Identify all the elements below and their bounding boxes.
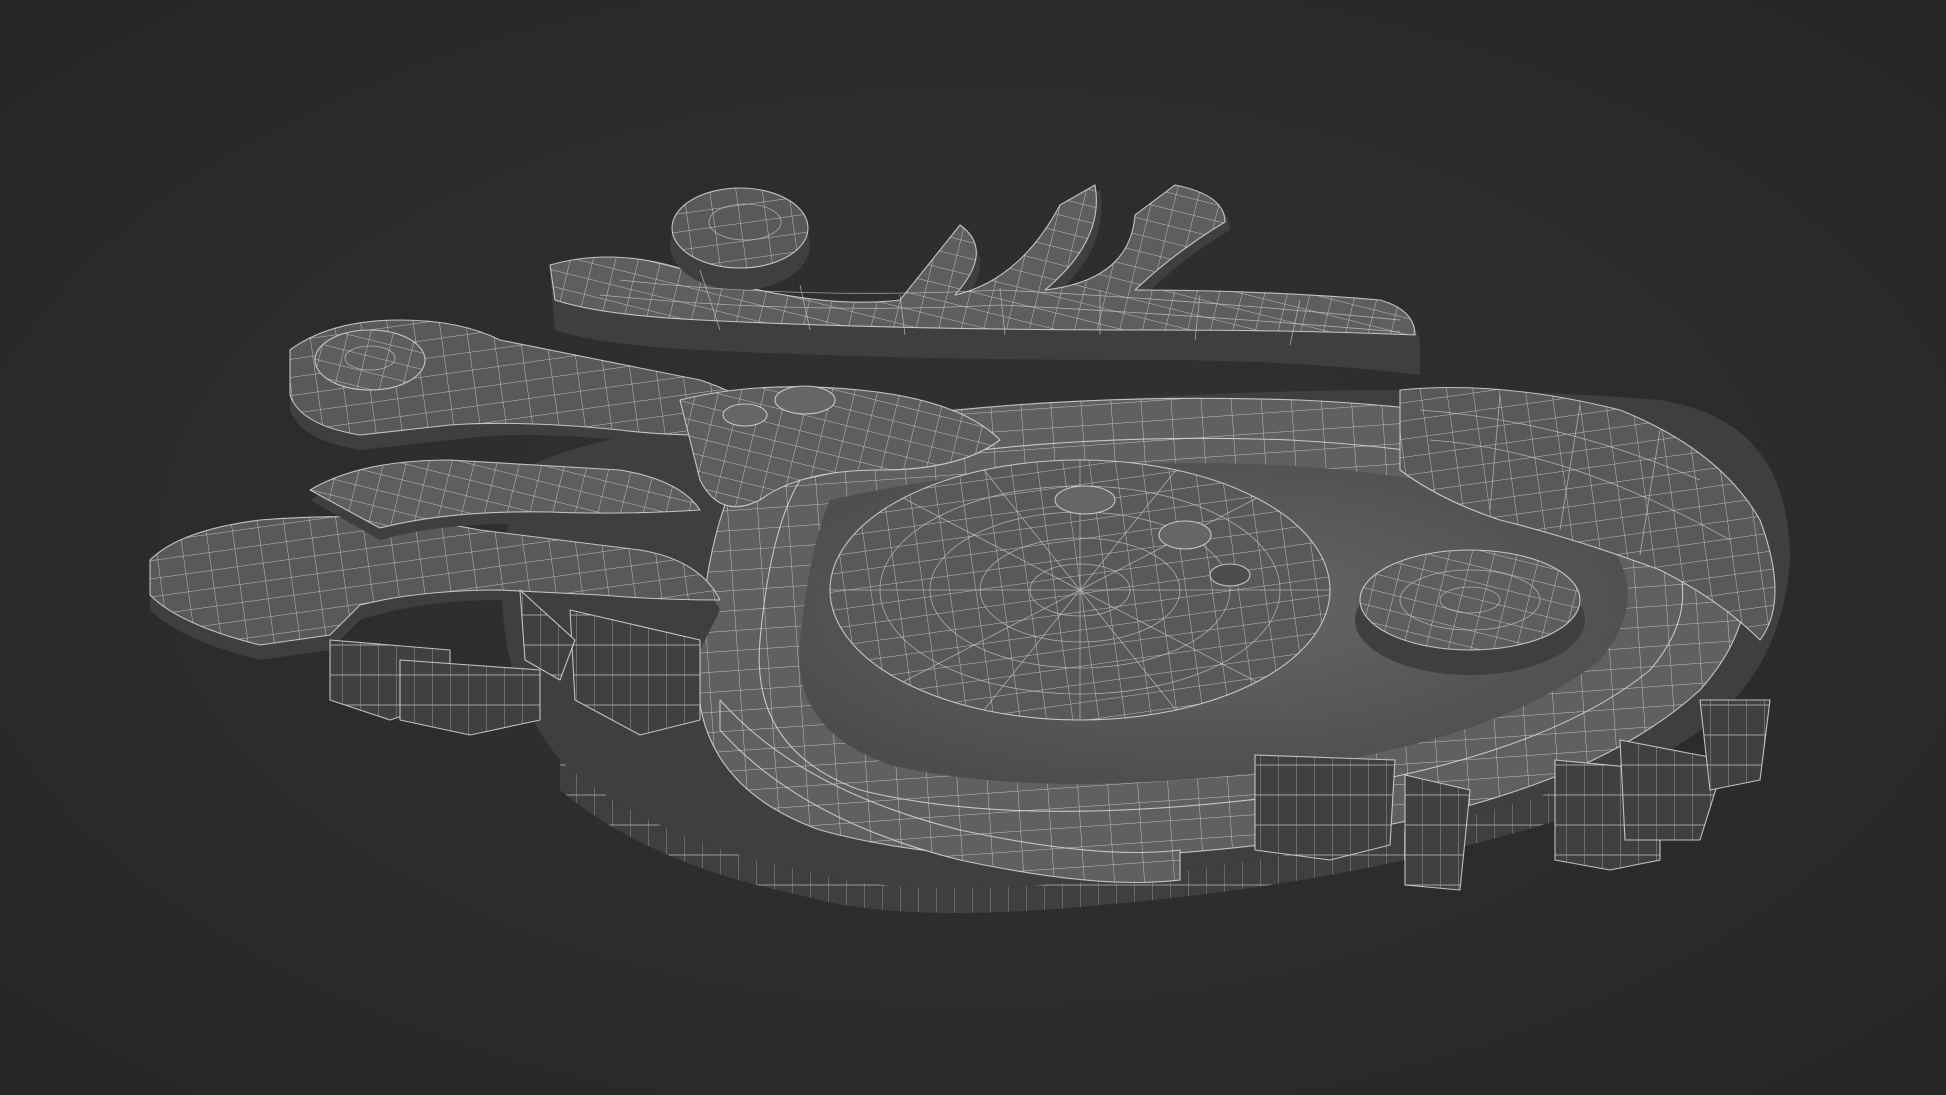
render-viewport	[0, 0, 1946, 1095]
center-dish	[829, 459, 1331, 721]
upper-leaves	[549, 184, 1420, 375]
right-dome	[1355, 549, 1585, 675]
wireframe-ornament-model	[149, 184, 1791, 913]
left-fronds	[149, 459, 721, 736]
